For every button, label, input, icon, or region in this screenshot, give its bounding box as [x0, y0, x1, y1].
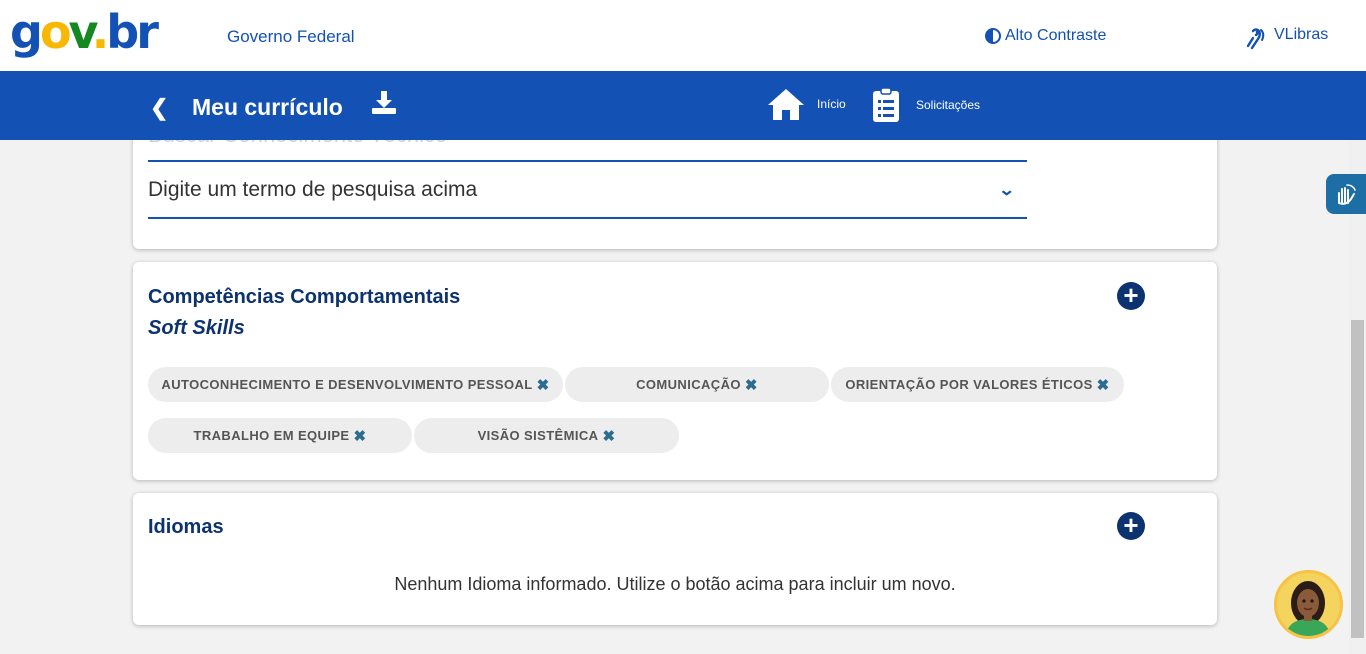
high-contrast-label: Alto Contraste [1005, 27, 1107, 44]
skill-label: ORIENTAÇÃO POR VALORES ÉTICOS [845, 377, 1093, 392]
logo-letters-br: br [106, 5, 159, 59]
vlibras-button[interactable]: VLibras [1244, 26, 1328, 50]
technical-knowledge-select[interactable]: Digite um termo de pesquisa acima ⌄ [148, 162, 1027, 219]
gov-top-bar: gov.br Governo Federal Alto Contraste VL… [0, 0, 1366, 71]
assistant-avatar[interactable] [1274, 570, 1343, 639]
back-chevron-icon[interactable]: ❮ [150, 95, 168, 121]
languages-empty-message: Nenhum Idioma informado. Utilize o botão… [394, 574, 956, 594]
remove-icon[interactable]: ✖ [537, 376, 550, 394]
remove-icon[interactable]: ✖ [1097, 376, 1110, 394]
sign-language-icon [1246, 28, 1265, 50]
contrast-icon [985, 28, 1001, 44]
vlibras-label: VLibras [1274, 26, 1329, 43]
logo-letter-v: v [68, 5, 95, 59]
add-skill-button[interactable]: + [1117, 282, 1145, 310]
govbr-logo[interactable]: gov.br [10, 5, 159, 59]
chevron-down-icon: ⌄ [997, 181, 1016, 199]
skill-chip: COMUNICAÇÃO ✖ [565, 367, 829, 402]
governo-federal-link[interactable]: Governo Federal [227, 27, 355, 47]
home-icon [768, 89, 804, 120]
clipboard-icon [873, 87, 899, 122]
languages-title: Idiomas [148, 516, 224, 538]
skill-chip: VISÃO SISTÊMICA ✖ [414, 418, 679, 453]
skill-label: AUTOCONHECIMENTO E DESENVOLVIMENTO PESSO… [161, 377, 533, 392]
vlibras-widget-button[interactable] [1326, 174, 1366, 214]
page-title: Meu currículo [192, 94, 343, 120]
skill-label: VISÃO SISTÊMICA [477, 428, 599, 443]
app-header: ❮ Meu currículo Início Solicitações [0, 71, 1366, 140]
behavioral-skills-card: Competências Comportamentais Soft Skills… [133, 262, 1217, 480]
nav-inicio[interactable]: Início [767, 87, 846, 121]
hands-icon [1338, 184, 1356, 205]
select-text: Digite um termo de pesquisa acima [148, 177, 478, 201]
logo-letter-g: g [10, 5, 43, 59]
remove-icon[interactable]: ✖ [602, 427, 615, 445]
skill-chip: AUTOCONHECIMENTO E DESENVOLVIMENTO PESSO… [148, 367, 563, 402]
skill-label: COMUNICAÇÃO [636, 377, 741, 392]
logo-dot: . [91, 5, 110, 59]
behavioral-skills-title: Competências Comportamentais [148, 286, 461, 308]
nav-solicitacoes-label: Solicitações [916, 98, 981, 112]
nav-solicitacoes[interactable]: Solicitações [872, 87, 980, 123]
add-language-button[interactable]: + [1117, 512, 1145, 540]
page-scrollbar[interactable] [1349, 140, 1366, 654]
skill-chip: ORIENTAÇÃO POR VALORES ÉTICOS ✖ [831, 367, 1124, 402]
download-icon[interactable] [371, 90, 397, 121]
high-contrast-button[interactable]: Alto Contraste [985, 27, 1106, 45]
skill-label: TRABALHO EM EQUIPE [193, 428, 350, 443]
remove-icon[interactable]: ✖ [354, 427, 367, 445]
skill-chip: TRABALHO EM EQUIPE ✖ [148, 418, 412, 453]
languages-card: Idiomas + Nenhum Idioma informado. Utili… [133, 493, 1217, 625]
nav-inicio-label: Início [817, 97, 846, 111]
scrollbar-thumb[interactable] [1351, 320, 1364, 638]
remove-icon[interactable]: ✖ [745, 376, 758, 394]
soft-skills-subtitle: Soft Skills [148, 317, 245, 339]
assistant-avatar-icon [1285, 581, 1331, 636]
logo-letter-o: o [39, 5, 72, 59]
